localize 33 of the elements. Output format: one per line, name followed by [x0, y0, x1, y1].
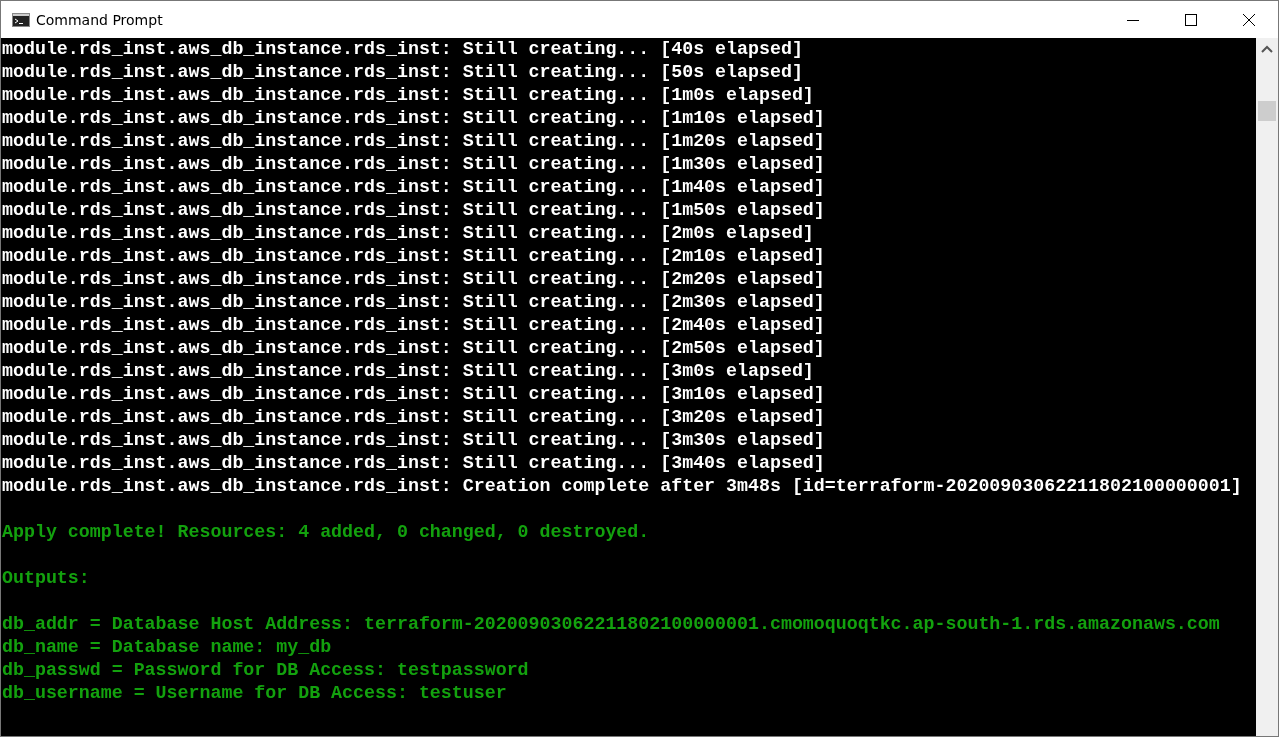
console-line: module.rds_inst.aws_db_instance.rds_inst: Still creating... [3m20s elapsed] — [2, 406, 826, 429]
console-line: module.rds_inst.aws_db_instance.rds_inst: Still creating... [1m40s elapsed] — [2, 176, 826, 199]
console-line: module.rds_inst.aws_db_instance.rds_inst: Still creating... [50s elapsed] — [2, 61, 804, 84]
console-line: Outputs: — [2, 567, 91, 590]
console-line: module.rds_inst.aws_db_instance.rds_inst: Still creating... [3m30s elapsed] — [2, 429, 826, 452]
console-line: module.rds_inst.aws_db_instance.rds_inst: Still creating... [3m10s elapsed] — [2, 383, 826, 406]
console-line: module.rds_inst.aws_db_instance.rds_inst: Creation complete after 3m48s [id=terraform-20200903062211802100000001] — [2, 475, 1243, 498]
console-line: Apply complete! Resources: 4 added, 0 changed, 0 destroyed. — [2, 521, 651, 544]
console-line: module.rds_inst.aws_db_instance.rds_inst: Still creating... [2m30s elapsed] — [2, 291, 826, 314]
console-line: db_name = Database name: my_db — [2, 636, 333, 659]
console-icon — [12, 12, 30, 27]
console-line: module.rds_inst.aws_db_instance.rds_inst: Still creating... [40s elapsed] — [2, 38, 804, 61]
console-line: module.rds_inst.aws_db_instance.rds_inst: Still creating... [1m30s elapsed] — [2, 153, 826, 176]
console-line: module.rds_inst.aws_db_instance.rds_inst: Still creating... [2m0s elapsed] — [2, 222, 815, 245]
console-line: module.rds_inst.aws_db_instance.rds_inst: Still creating... [1m0s elapsed] — [2, 84, 815, 107]
window-title: Command Prompt — [36, 11, 163, 28]
console-line: module.rds_inst.aws_db_instance.rds_inst: Still creating... [2m10s elapsed] — [2, 245, 826, 268]
scroll-up-icon[interactable] — [1261, 45, 1273, 53]
console-line: module.rds_inst.aws_db_instance.rds_inst: Still creating... [2m20s elapsed] — [2, 268, 826, 291]
console-line: db_passwd = Password for DB Access: testpassword — [2, 659, 530, 682]
console-line: db_addr = Database Host Address: terraform-20200903062211802100000001.cmomoquoqtkc.ap-south-1.rds.amazonaws.com — [2, 613, 1221, 636]
maximize-icon[interactable] — [1185, 13, 1197, 26]
console-line: module.rds_inst.aws_db_instance.rds_inst: Still creating... [3m40s elapsed] — [2, 452, 826, 475]
console-line: module.rds_inst.aws_db_instance.rds_inst: Still creating... [1m10s elapsed] — [2, 107, 826, 130]
console-line: module.rds_inst.aws_db_instance.rds_inst: Still creating... [2m40s elapsed] — [2, 314, 826, 337]
console-line: module.rds_inst.aws_db_instance.rds_inst: Still creating... [1m50s elapsed] — [2, 199, 826, 222]
console-line: db_username = Username for DB Access: testuser — [2, 682, 508, 705]
scrollbar[interactable] — [1256, 38, 1278, 736]
console-line: module.rds_inst.aws_db_instance.rds_inst: Still creating... [2m50s elapsed] — [2, 337, 826, 360]
console-line: module.rds_inst.aws_db_instance.rds_inst: Still creating... [1m20s elapsed] — [2, 130, 826, 153]
console-line: module.rds_inst.aws_db_instance.rds_inst: Still creating... [3m0s elapsed] — [2, 360, 815, 383]
close-icon[interactable] — [1243, 13, 1255, 26]
scrollbar-thumb[interactable] — [1258, 101, 1276, 121]
